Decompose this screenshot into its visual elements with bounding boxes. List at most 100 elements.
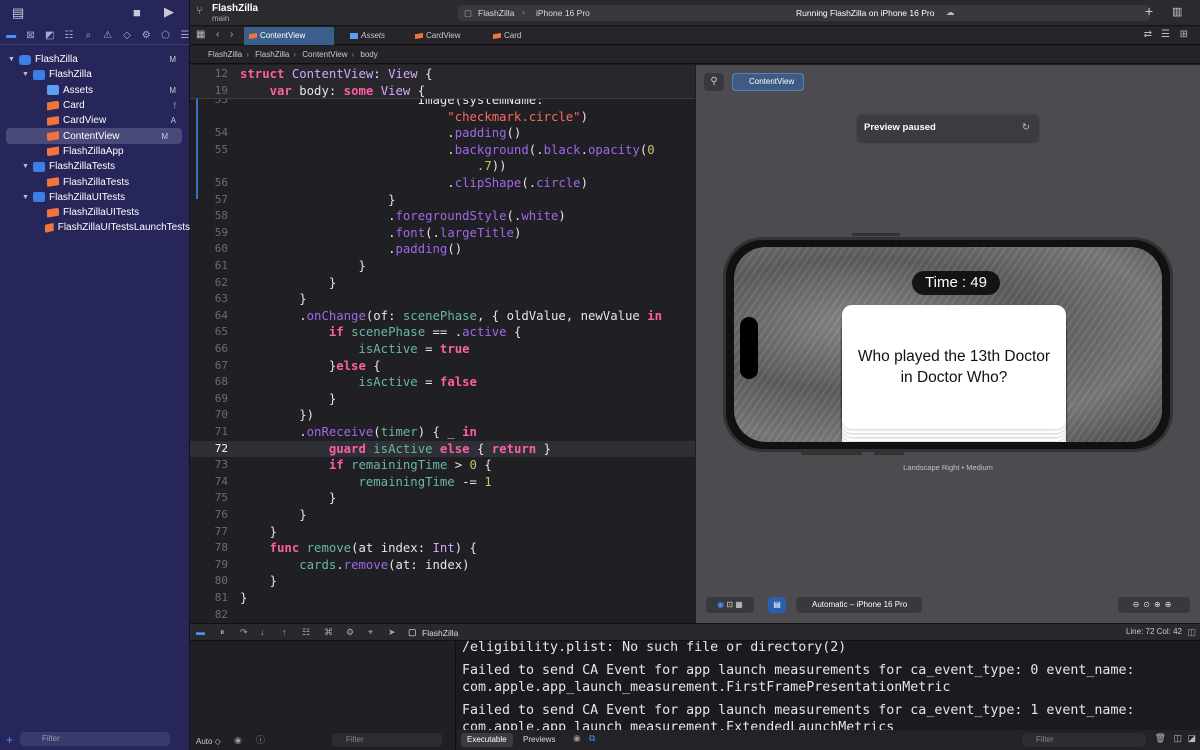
- code-line[interactable]: 70 }): [190, 407, 695, 424]
- code-line[interactable]: 73 if remainingTime > 0 {: [190, 457, 695, 474]
- stop-icon[interactable]: ■: [133, 5, 141, 20]
- warning-icon[interactable]: ⚠: [102, 30, 112, 41]
- memory-graph-icon[interactable]: ⌘: [324, 627, 333, 638]
- tree-item[interactable]: FlashZillaUITestsLaunchTests: [0, 220, 190, 235]
- code-line[interactable]: 68 isActive = false: [190, 374, 695, 391]
- code-line[interactable]: 74 remainingTime -= 1: [190, 474, 695, 491]
- code-line[interactable]: 77 }: [190, 524, 695, 541]
- inspector-toggle-icon[interactable]: ▥: [1172, 5, 1182, 18]
- code-line[interactable]: 54 .padding(): [190, 125, 695, 142]
- variables-filter-input[interactable]: Filter: [332, 733, 442, 747]
- test-icon[interactable]: ◇: [122, 30, 132, 41]
- chevron-down-icon[interactable]: ▼: [22, 194, 30, 201]
- code-line[interactable]: 71 .onReceive(timer) { _ in: [190, 424, 695, 441]
- bookmark-icon[interactable]: ◩: [45, 30, 55, 41]
- add-icon[interactable]: +: [6, 733, 13, 747]
- eye-icon[interactable]: ◉: [573, 733, 581, 744]
- code-line[interactable]: 55 .background(.black.opacity(0: [190, 142, 695, 159]
- zoom-out-icon[interactable]: ⊖: [1133, 600, 1144, 609]
- code-line[interactable]: 62 }: [190, 275, 695, 292]
- tree-item[interactable]: FlashZillaTests: [0, 174, 190, 189]
- source-control-icon[interactable]: ⊠: [25, 30, 35, 41]
- tab-contentview[interactable]: ContentView: [244, 27, 334, 45]
- breakpoint-icon[interactable]: ⬠: [160, 30, 170, 41]
- tab-cardview[interactable]: CardView: [410, 27, 490, 45]
- zoom-in-icon[interactable]: ⊕: [1165, 600, 1176, 609]
- refresh-icon[interactable]: ↻: [1022, 115, 1030, 141]
- info-icon[interactable]: ⓘ: [256, 733, 265, 746]
- preview-tag[interactable]: ContentView: [732, 73, 804, 91]
- chevron-down-icon[interactable]: ▼: [22, 71, 30, 78]
- code-line[interactable]: 57 }: [190, 192, 695, 209]
- tree-item[interactable]: Assets M: [0, 83, 190, 98]
- code-line[interactable]: 66 isActive = true: [190, 341, 695, 358]
- eye-icon[interactable]: ◉: [234, 735, 242, 746]
- location-icon[interactable]: ➤: [388, 627, 396, 638]
- debug-icon[interactable]: ⚙: [141, 30, 151, 41]
- scheme-bar[interactable]: ▢ FlashZilla › iPhone 16 Pro Running Fla…: [458, 5, 1150, 21]
- code-line[interactable]: 65 if scenePhase == .active {: [190, 324, 695, 341]
- forward-icon[interactable]: ›: [230, 29, 233, 40]
- environment-icon[interactable]: ⚙: [346, 627, 354, 638]
- filter-icon[interactable]: ⧉: [589, 733, 595, 744]
- code-line[interactable]: 78 func remove(at index: Int) {: [190, 540, 695, 557]
- chevron-down-icon[interactable]: ▼: [8, 56, 16, 63]
- flash-card[interactable]: Who played the 13th Doctor in Doctor Who…: [842, 305, 1066, 429]
- scheme-name[interactable]: FlashZilla: [478, 8, 514, 18]
- navigator-filter-input[interactable]: Filter: [20, 732, 170, 746]
- tab-previews[interactable]: Previews: [517, 733, 561, 747]
- step-over-icon[interactable]: ↷: [240, 627, 248, 638]
- code-line[interactable]: 59 .font(.largeTitle): [190, 225, 695, 242]
- tree-item[interactable]: FlashZillaUITests: [0, 205, 190, 220]
- report-icon[interactable]: ☰: [180, 30, 190, 41]
- code-line[interactable]: 67 }else {: [190, 358, 695, 375]
- add-tab-icon[interactable]: +: [1145, 3, 1153, 19]
- tab-assets[interactable]: Assets: [345, 27, 417, 45]
- code-line[interactable]: 56 .clipShape(.circle): [190, 175, 695, 192]
- tab-executable[interactable]: Executable: [461, 733, 513, 747]
- split-console-icon[interactable]: ◫: [1187, 627, 1196, 638]
- breadcrumb-item[interactable]: body: [360, 50, 377, 59]
- split-editor-icon[interactable]: ⊞: [1180, 29, 1188, 40]
- code-line[interactable]: 69 }: [190, 391, 695, 408]
- live-mode-icon[interactable]: ◉: [717, 600, 724, 609]
- view-hierarchy-icon[interactable]: ☷: [302, 627, 310, 638]
- split-icon[interactable]: ◫: [1173, 733, 1182, 744]
- code-line[interactable]: 61 }: [190, 258, 695, 275]
- breadcrumb-item[interactable]: FlashZilla: [255, 50, 289, 59]
- tree-item[interactable]: ▼ FlashZilla M: [0, 52, 190, 67]
- chevron-down-icon[interactable]: ▼: [22, 163, 30, 170]
- variants-icon[interactable]: ▦: [735, 600, 743, 609]
- sticky-code-line[interactable]: 12 struct ContentView: View {: [190, 66, 695, 83]
- code-line[interactable]: 80 }: [190, 573, 695, 590]
- step-out-icon[interactable]: ↑: [282, 627, 287, 637]
- grid-icon[interactable]: ▦: [196, 29, 205, 40]
- simulate-location-icon[interactable]: ⌖: [368, 627, 373, 638]
- options-icon[interactable]: ☰: [1161, 29, 1170, 40]
- code-line[interactable]: 76 }: [190, 507, 695, 524]
- tree-item[interactable]: ▼ FlashZillaTests: [0, 159, 190, 174]
- zoom-fit-icon[interactable]: ⊙: [1143, 600, 1154, 609]
- code-line[interactable]: 58 .foregroundStyle(.white): [190, 208, 695, 225]
- tree-item[interactable]: ▼ FlashZillaUITests: [0, 190, 190, 205]
- maximize-icon[interactable]: ◪: [1187, 733, 1196, 744]
- zoom-100-icon[interactable]: ⊕: [1154, 600, 1165, 609]
- breadcrumb-item[interactable]: ContentView: [302, 50, 347, 59]
- device-settings-icon[interactable]: ▤: [768, 597, 786, 613]
- variables-scope-select[interactable]: Auto ◇: [196, 737, 221, 746]
- code-line[interactable]: "checkmark.circle"): [190, 109, 695, 126]
- sticky-code-line[interactable]: 19 var body: some View {: [190, 83, 695, 100]
- tree-item[interactable]: ▼ FlashZilla: [0, 67, 190, 82]
- code-line[interactable]: 82: [190, 607, 695, 623]
- console-filter-input[interactable]: Filter: [1022, 733, 1146, 747]
- code-line[interactable]: 81}: [190, 590, 695, 607]
- code-line[interactable]: 63 }: [190, 291, 695, 308]
- code-line[interactable]: 64 .onChange(of: scenePhase, { oldValue,…: [190, 308, 695, 325]
- code-editor[interactable]: 12 struct ContentView: View {19 var body:…: [190, 65, 695, 623]
- code-line[interactable]: 75 }: [190, 490, 695, 507]
- select-mode-icon[interactable]: ⊡: [726, 600, 733, 609]
- back-icon[interactable]: ‹: [216, 29, 219, 40]
- folder-nav-icon[interactable]: ▬: [6, 30, 16, 41]
- debug-target[interactable]: FlashZilla: [422, 628, 458, 638]
- sidebar-toggle-icon[interactable]: ▤: [12, 5, 24, 21]
